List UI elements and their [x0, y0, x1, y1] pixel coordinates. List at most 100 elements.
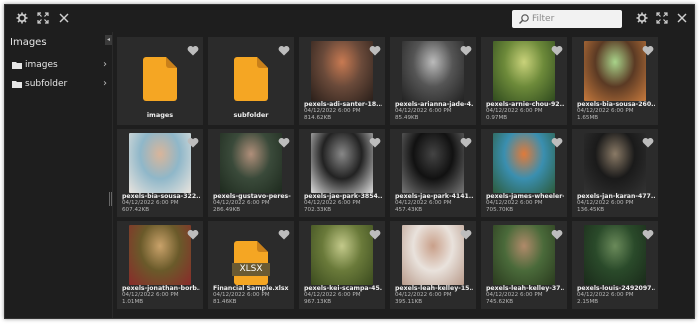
- folder-icon: [12, 81, 22, 88]
- image-thumbnail: [493, 41, 555, 101]
- file-date: 04/12/2022 6:00 PM: [486, 108, 543, 114]
- favorite-heart-icon[interactable]: [460, 41, 472, 56]
- file-name: pexels-jonathan-borb...: [122, 285, 200, 292]
- file-name: Financial Sample.xlsx: [213, 285, 289, 292]
- file-tile[interactable]: pexels-arnie-chou-92... 04/12/2022 6:00 P…: [481, 37, 567, 125]
- folder-icon: [12, 62, 22, 69]
- file-size: 745.62KB: [486, 299, 514, 305]
- file-size: 286.49KB: [213, 207, 241, 213]
- file-tile[interactable]: pexels-adi-santer-18... 04/12/2022 6:00 P…: [299, 37, 385, 125]
- close-icon-right[interactable]: [673, 9, 691, 27]
- favorite-heart-icon[interactable]: [187, 41, 199, 56]
- gallery-window: Images ◂ images › subfolder › images subf…: [4, 4, 695, 319]
- file-tile[interactable]: XLSX Financial Sample.xlsx 04/12/2022 6:00…: [208, 221, 294, 309]
- favorite-heart-icon[interactable]: [187, 133, 199, 148]
- xlsx-badge: XLSX: [232, 263, 270, 276]
- favorite-heart-icon[interactable]: [642, 225, 654, 240]
- image-thumbnail: [311, 41, 373, 101]
- file-date: 04/12/2022 6:00 PM: [486, 292, 543, 298]
- image-thumbnail: [402, 225, 464, 285]
- file-tile[interactable]: pexels-arianna-jade-4... 04/12/2022 6:00 …: [390, 37, 476, 125]
- favorite-heart-icon[interactable]: [642, 41, 654, 56]
- file-tile[interactable]: pexels-bia-sousa-260... 04/12/2022 6:00 P…: [572, 37, 658, 125]
- file-tile[interactable]: pexels-kei-scampa-45... 04/12/2022 6:00 P…: [299, 221, 385, 309]
- file-name: pexels-leah-kelley-37...: [486, 285, 564, 292]
- file-tile[interactable]: pexels-gustavo-peres-... 04/12/2022 6:00 …: [208, 129, 294, 217]
- filter-search-box[interactable]: [512, 10, 622, 28]
- image-thumbnail: [311, 225, 373, 285]
- favorite-heart-icon[interactable]: [278, 133, 290, 148]
- folder-file-icon: [143, 57, 177, 101]
- file-name: pexels-louis-2492097....: [577, 285, 655, 292]
- file-size: 607.42KB: [122, 207, 150, 213]
- image-thumbnail: [584, 41, 646, 101]
- file-grid: images subfolder pexels-adi-santer-18... 04…: [117, 37, 689, 312]
- file-date: 04/12/2022 6:00 PM: [577, 200, 634, 206]
- file-tile[interactable]: pexels-jonathan-borb... 04/12/2022 6:00 P…: [117, 221, 203, 309]
- folder-name: images: [146, 111, 174, 119]
- file-tile[interactable]: pexels-leah-kelley-37... 04/12/2022 6:00 …: [481, 221, 567, 309]
- favorite-heart-icon[interactable]: [278, 225, 290, 240]
- favorite-heart-icon[interactable]: [551, 41, 563, 56]
- file-size: 81.46KB: [213, 299, 237, 305]
- folder-tile[interactable]: subfolder: [208, 37, 294, 125]
- chevron-right-icon: ›: [103, 59, 107, 70]
- file-tile[interactable]: pexels-bia-sousa-322... 04/12/2022 6:00 P…: [117, 129, 203, 217]
- settings-gear-icon-right[interactable]: [633, 9, 651, 27]
- favorite-heart-icon[interactable]: [187, 225, 199, 240]
- folder-sidebar: Images ◂ images › subfolder ›: [5, 32, 113, 318]
- favorite-heart-icon[interactable]: [369, 41, 381, 56]
- favorite-heart-icon[interactable]: [369, 225, 381, 240]
- top-toolbar: [5, 5, 694, 32]
- file-size: 2.15MB: [577, 299, 599, 305]
- file-size: 702.33KB: [304, 207, 332, 213]
- file-name: pexels-arianna-jade-4...: [395, 101, 473, 108]
- image-thumbnail: [311, 133, 373, 193]
- sidebar-item-images[interactable]: images ›: [9, 57, 109, 73]
- scrollbar[interactable]: [687, 45, 691, 295]
- settings-gear-icon[interactable]: [13, 9, 31, 27]
- image-thumbnail: [129, 133, 191, 193]
- favorite-heart-icon[interactable]: [369, 133, 381, 148]
- sidebar-item-subfolder[interactable]: subfolder ›: [9, 76, 109, 92]
- file-date: 04/12/2022 6:00 PM: [486, 200, 543, 206]
- chevron-right-icon: ›: [103, 78, 107, 89]
- file-size: 1.01MB: [122, 299, 144, 305]
- file-size: 136.45KB: [577, 207, 605, 213]
- file-size: 0.97MB: [486, 115, 508, 121]
- file-name: pexels-jae-park-4141...: [395, 193, 473, 200]
- file-tile[interactable]: pexels-jan-karan-477... 04/12/2022 6:00 P…: [572, 129, 658, 217]
- file-date: 04/12/2022 6:00 PM: [122, 200, 179, 206]
- expand-icon[interactable]: [34, 9, 52, 27]
- file-date: 04/12/2022 6:00 PM: [577, 108, 634, 114]
- favorite-heart-icon[interactable]: [551, 225, 563, 240]
- file-tile[interactable]: pexels-leah-kelley-15... 04/12/2022 6:00 …: [390, 221, 476, 309]
- file-size: 814.62KB: [304, 115, 332, 121]
- file-tile[interactable]: pexels-james-wheeler-... 04/12/2022 6:00 …: [481, 129, 567, 217]
- favorite-heart-icon[interactable]: [278, 41, 290, 56]
- file-tile[interactable]: pexels-louis-2492097.... 04/12/2022 6:00 …: [572, 221, 658, 309]
- collapse-sidebar-button[interactable]: ◂: [105, 35, 112, 45]
- image-thumbnail: [493, 225, 555, 285]
- file-date: 04/12/2022 6:00 PM: [395, 292, 452, 298]
- favorite-heart-icon[interactable]: [460, 133, 472, 148]
- image-thumbnail: [584, 225, 646, 285]
- file-name: pexels-jan-karan-477...: [577, 193, 655, 200]
- close-icon[interactable]: [55, 9, 73, 27]
- expand-icon-right[interactable]: [653, 9, 671, 27]
- image-thumbnail: [220, 133, 282, 193]
- favorite-heart-icon[interactable]: [460, 225, 472, 240]
- sidebar-resize-handle[interactable]: [109, 192, 112, 206]
- file-name: pexels-james-wheeler-...: [486, 193, 564, 200]
- file-date: 04/12/2022 6:00 PM: [304, 200, 361, 206]
- file-tile[interactable]: pexels-jae-park-4141... 04/12/2022 6:00 P…: [390, 129, 476, 217]
- file-tile[interactable]: pexels-jae-park-3854... 04/12/2022 6:00 P…: [299, 129, 385, 217]
- favorite-heart-icon[interactable]: [642, 133, 654, 148]
- folder-tile[interactable]: images: [117, 37, 203, 125]
- filter-input[interactable]: [532, 12, 618, 26]
- file-size: 1.65MB: [577, 115, 599, 121]
- image-thumbnail: [129, 225, 191, 285]
- favorite-heart-icon[interactable]: [551, 133, 563, 148]
- file-size: 395.11KB: [395, 299, 423, 305]
- file-name: pexels-leah-kelley-15...: [395, 285, 473, 292]
